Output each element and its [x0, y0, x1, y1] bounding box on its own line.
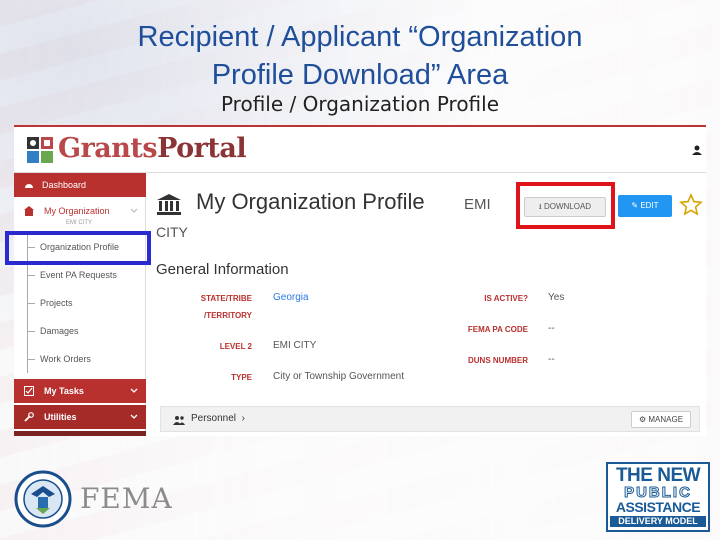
sidebar-item-my-tasks[interactable]: My Tasks [14, 379, 146, 403]
sidebar: Dashboard My Organization EMI CITY Organ… [14, 173, 146, 436]
badge-line-2: PUBLIC [624, 484, 692, 501]
sidebar-item-label: Utilities [44, 412, 77, 422]
chevron-down-icon [130, 388, 138, 393]
sidebar-item-label: My Tasks [44, 386, 84, 396]
people-icon [173, 416, 185, 425]
grants-portal-logo-icon [27, 137, 53, 163]
app-logo[interactable]: GrantsPortal [58, 133, 247, 164]
download-highlight-box [516, 182, 615, 229]
field-value-level2: EMI CITY [273, 340, 317, 351]
organization-profile-highlight-box [5, 231, 151, 265]
sidebar-item-utilities[interactable]: Utilities [14, 405, 146, 429]
field-label-territory: /TERRITORY [203, 311, 252, 320]
logo-portal: Portal [157, 133, 247, 164]
dashboard-icon [25, 184, 33, 188]
field-label-active: IS ACTIVE? [484, 294, 528, 303]
chevron-down-icon [130, 414, 138, 419]
slide-title: Recipient / Applicant “Organization Prof… [0, 18, 720, 94]
page-title-org-city: CITY [156, 224, 188, 240]
slide-title-line-1: Recipient / Applicant “Organization [137, 21, 583, 53]
manage-button[interactable]: ⚙ MANAGE [631, 411, 691, 428]
page-title: My Organization Profile [196, 189, 425, 214]
field-value-duns: -- [548, 354, 555, 365]
field-value-active: Yes [548, 292, 565, 303]
wrench-icon [24, 412, 34, 422]
star-icon[interactable] [679, 193, 703, 217]
field-label-level2: LEVEL 2 [219, 342, 252, 351]
edit-button[interactable]: ✎ EDIT [618, 195, 672, 217]
sidebar-footer [14, 431, 146, 436]
sidebar-item-projects[interactable]: Projects [14, 289, 146, 317]
page-title-org: EMI [464, 196, 491, 213]
field-label-type: TYPE [231, 373, 252, 382]
field-value-fema-pa-code: -- [548, 323, 555, 334]
user-icon[interactable] [692, 145, 702, 155]
badge-line-3: ASSISTANCE [615, 499, 701, 515]
building-icon [24, 206, 34, 216]
slide-title-line-2: Profile Download” Area [211, 59, 509, 91]
edit-label: EDIT [640, 201, 659, 210]
field-label-duns: DUNS NUMBER [468, 356, 528, 365]
gear-icon: ⚙ [638, 415, 647, 424]
personnel-panel[interactable]: Personnel › ⚙ MANAGE [160, 406, 700, 432]
bank-icon [157, 194, 181, 215]
pencil-icon: ✎ [631, 201, 639, 210]
sidebar-item-label: Dashboard [42, 180, 87, 190]
new-pa-delivery-model-badge: THE NEW PUBLIC ASSISTANCE DELIVERY MODEL [606, 462, 710, 532]
field-value-state[interactable]: Georgia [273, 292, 309, 303]
main-content: My Organization Profile EMI CITY ⭳ DOWNL… [146, 173, 706, 436]
logo-grants: Grants [58, 133, 158, 164]
sidebar-item-work-orders[interactable]: Work Orders [14, 345, 146, 373]
field-label-fema-pa-code: FEMA PA CODE [467, 325, 528, 334]
field-label-state: STATE/TRIBE [200, 294, 252, 303]
dhs-seal-icon [14, 470, 72, 528]
sidebar-org-name: EMI CITY [66, 220, 93, 226]
slide-subtitle: Profile / Organization Profile [220, 92, 500, 116]
sidebar-item-damages[interactable]: Damages [14, 317, 146, 345]
sidebar-item-my-organization[interactable]: My Organization [14, 201, 146, 221]
chevron-right-icon: › [238, 413, 245, 424]
manage-label: MANAGE [648, 415, 684, 424]
badge-line-4: DELIVERY MODEL [610, 516, 706, 527]
personnel-label: Personnel › [191, 413, 245, 424]
badge-line-1: THE NEW [615, 465, 701, 486]
field-value-type: City or Township Government [273, 371, 404, 382]
chevron-down-icon [130, 208, 138, 213]
sidebar-item-label: My Organization [44, 206, 110, 216]
grants-portal-screenshot: GrantsPortal Dashboard My Organization E… [14, 125, 706, 436]
sidebar-item-dashboard[interactable]: Dashboard [14, 173, 146, 197]
personnel-text: Personnel [191, 413, 237, 424]
sidebar-item-event-pa-requests[interactable]: Event PA Requests [14, 261, 146, 289]
checkbox-icon [24, 386, 34, 396]
section-title: General Information [156, 261, 289, 278]
app-header: GrantsPortal [14, 127, 706, 173]
fema-wordmark: FEMA [80, 482, 173, 515]
